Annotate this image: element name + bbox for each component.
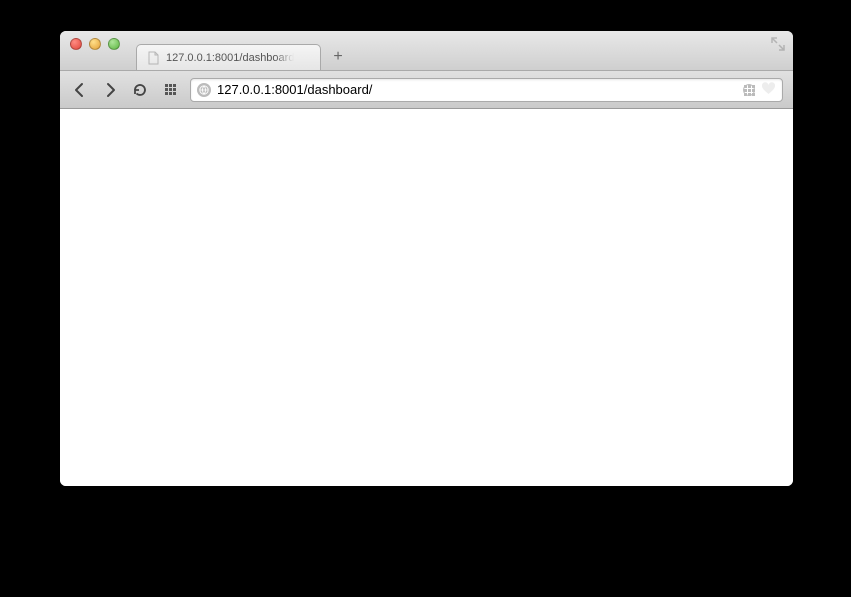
browser-tab[interactable]: 127.0.0.1:8001/dashboard	[136, 44, 321, 70]
window-controls	[70, 38, 120, 50]
favorite-icon[interactable]	[761, 82, 776, 98]
url-bar-right	[743, 82, 776, 98]
document-icon	[147, 51, 160, 65]
back-button[interactable]	[70, 80, 90, 100]
url-input[interactable]	[217, 82, 737, 97]
tabs-row: 127.0.0.1:8001/dashboard +	[136, 31, 351, 70]
grid-icon	[165, 84, 176, 95]
reload-button[interactable]	[130, 80, 150, 100]
page-content	[60, 109, 793, 486]
minimize-window-button[interactable]	[89, 38, 101, 50]
forward-button[interactable]	[100, 80, 120, 100]
browser-window: 127.0.0.1:8001/dashboard +	[60, 31, 793, 486]
zoom-window-button[interactable]	[108, 38, 120, 50]
toolbar	[60, 71, 793, 109]
grid-icon[interactable]	[743, 84, 755, 96]
titlebar: 127.0.0.1:8001/dashboard +	[60, 31, 793, 71]
tab-title: 127.0.0.1:8001/dashboard	[166, 52, 294, 64]
speed-dial-button[interactable]	[160, 80, 180, 100]
close-window-button[interactable]	[70, 38, 82, 50]
globe-icon	[197, 83, 211, 97]
address-bar[interactable]	[190, 78, 783, 102]
new-tab-button[interactable]: +	[325, 44, 351, 70]
fullscreen-icon[interactable]	[771, 37, 785, 51]
plus-icon: +	[333, 48, 342, 66]
